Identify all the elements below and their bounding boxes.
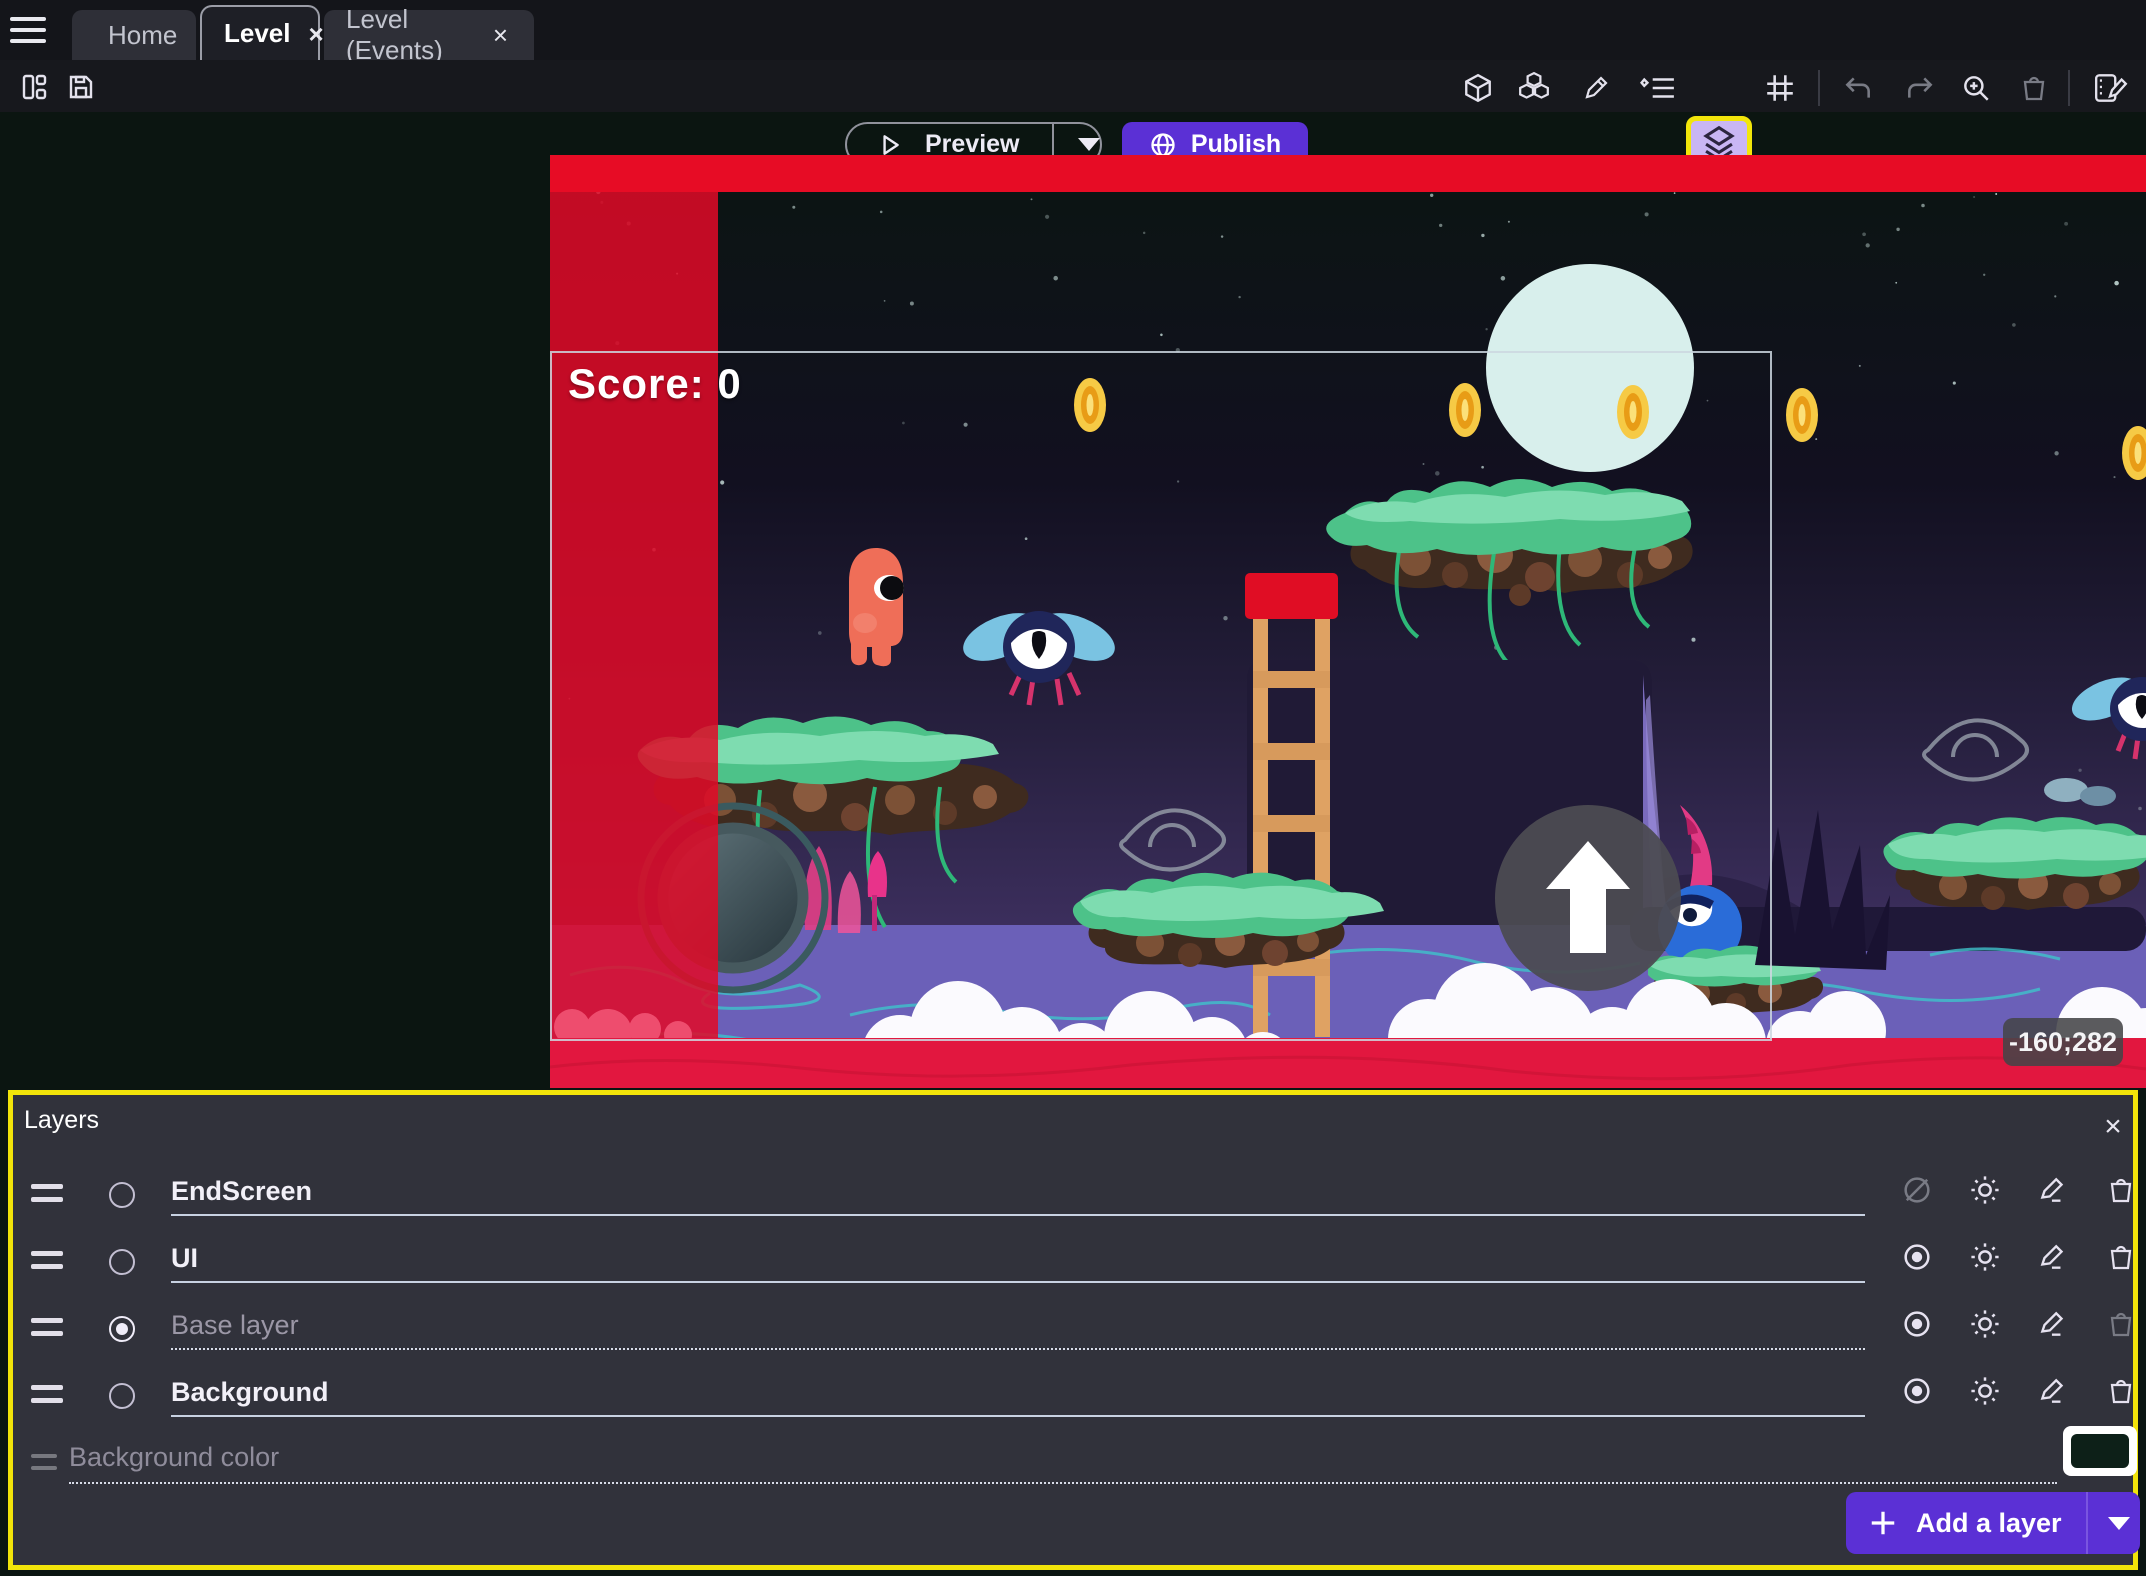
objects-stack-icon [1517, 71, 1551, 105]
background-color-value [2071, 1434, 2129, 1468]
close-panel-icon[interactable]: × [2096, 1110, 2130, 1144]
coin-sprite[interactable] [1617, 385, 1649, 439]
preview-dropdown-caret[interactable] [1078, 138, 1100, 151]
zoom-button[interactable] [1958, 70, 1994, 106]
trash-icon [2019, 73, 2049, 103]
objects-button[interactable] [1516, 70, 1552, 106]
undo-button[interactable] [1840, 70, 1876, 106]
coin-sprite[interactable] [1786, 388, 1818, 442]
red-kill-zone-bottom[interactable] [550, 1038, 2146, 1088]
lighting-icon[interactable] [1965, 1170, 2005, 1210]
layer-row-base-layer: Base layer [13, 1296, 2133, 1354]
zoom-in-icon [1960, 72, 1992, 104]
scene-canvas[interactable] [550, 155, 2146, 1088]
red-kill-zone-top[interactable] [550, 155, 2146, 192]
redo-button[interactable] [1902, 70, 1938, 106]
close-tab-icon[interactable]: × [489, 20, 512, 50]
scene-properties-button[interactable] [2090, 70, 2132, 106]
drag-handle-icon[interactable] [31, 1385, 63, 1403]
visibility-on-icon[interactable] [1897, 1371, 1937, 1411]
delete-layer-icon[interactable] [2101, 1170, 2141, 1210]
main-toolbar: Preview Publish [0, 60, 2146, 112]
lighting-icon[interactable] [1965, 1237, 2005, 1277]
tab-bar: Home Level × Level (Events) × [0, 0, 2146, 60]
tab-home[interactable]: Home [72, 10, 196, 60]
drag-handle-icon[interactable] [31, 1318, 63, 1336]
instances-list-icon [1640, 72, 1676, 104]
tab-level[interactable]: Level × [200, 5, 320, 60]
lighting-icon[interactable] [1965, 1371, 2005, 1411]
redo-icon [1904, 72, 1936, 104]
active-layer-radio-checked[interactable] [109, 1316, 135, 1342]
3d-box-button[interactable] [1460, 70, 1496, 106]
hamburger-icon [10, 17, 46, 21]
tab-label: Level [224, 18, 291, 49]
tab-label: Level (Events) [346, 4, 475, 66]
layer-name-field[interactable]: Base layer [171, 1310, 1865, 1350]
lighting-icon[interactable] [1965, 1304, 2005, 1344]
add-layer-label: Add a layer [1916, 1508, 2062, 1539]
undo-icon [1842, 72, 1874, 104]
visibility-on-icon[interactable] [1897, 1237, 1937, 1277]
coin-sprite[interactable] [1074, 378, 1106, 432]
layer-name-field[interactable]: UI [171, 1243, 1865, 1283]
toolbar-divider [1818, 70, 1820, 106]
background-color-label: Background color [69, 1442, 279, 1473]
delete-layer-icon[interactable] [2101, 1371, 2141, 1411]
edit-layer-icon[interactable] [2033, 1371, 2073, 1411]
red-kill-zone-left[interactable] [550, 155, 718, 1038]
pencil-icon [1581, 73, 1611, 103]
delete-layer-icon[interactable] [2101, 1237, 2141, 1277]
visibility-on-icon[interactable] [1897, 1304, 1937, 1344]
jump-button-control[interactable] [1495, 805, 1681, 991]
edit-layer-icon[interactable] [2033, 1304, 2073, 1344]
layer-name-field[interactable]: EndScreen [171, 1176, 1865, 1216]
edit-layer-icon[interactable] [2033, 1237, 2073, 1277]
cube-3d-icon [1462, 72, 1494, 104]
background-color-underline [69, 1482, 2057, 1484]
editor-layout-button[interactable] [16, 68, 54, 106]
background-color-row: Background color [13, 1430, 2133, 1488]
layer-row-background: Background [13, 1363, 2133, 1421]
grid-button[interactable] [1762, 70, 1798, 106]
toolbar-divider [2068, 70, 2070, 106]
tab-label: Home [108, 20, 177, 51]
delete-button[interactable] [2016, 70, 2052, 106]
edit-layer-icon[interactable] [2033, 1170, 2073, 1210]
layer-row-endscreen: EndScreen [13, 1162, 2133, 1220]
layer-name-field[interactable]: Background [171, 1377, 1865, 1417]
scene-render [550, 155, 2146, 1088]
visibility-off-icon[interactable] [1897, 1170, 1937, 1210]
save-button[interactable] [62, 68, 100, 106]
instances-list-button[interactable] [1638, 70, 1678, 106]
drag-handle-icon-disabled [31, 1454, 63, 1470]
save-icon [66, 72, 96, 102]
background-color-swatch[interactable] [2063, 1426, 2137, 1476]
main-menu-button[interactable] [10, 11, 50, 49]
cursor-coordinates-badge: -160;282 [2003, 1018, 2123, 1066]
active-layer-radio[interactable] [109, 1249, 135, 1275]
drag-handle-icon[interactable] [31, 1251, 63, 1269]
play-icon [877, 132, 903, 158]
gdevelop-editor-window: Home Level × Level (Events) × Preview [0, 0, 2146, 1576]
tab-level-events[interactable]: Level (Events) × [324, 10, 534, 60]
active-layer-radio[interactable] [109, 1383, 135, 1409]
coin-sprite[interactable] [1449, 383, 1481, 437]
edit-object-button[interactable] [1578, 70, 1614, 106]
moon-sprite[interactable] [1486, 264, 1694, 472]
drag-handle-icon[interactable] [31, 1184, 63, 1202]
layers-panel-title: Layers [24, 1106, 99, 1135]
add-layer-button[interactable]: Add a layer [1846, 1492, 2140, 1554]
layout-panels-icon [20, 72, 50, 102]
delete-layer-icon-disabled [2101, 1304, 2141, 1344]
button-divider [2086, 1492, 2088, 1554]
layer-row-ui: UI [13, 1229, 2133, 1287]
add-layer-dropdown-caret[interactable] [2108, 1517, 2130, 1530]
grid-icon [1764, 72, 1796, 104]
active-layer-radio[interactable] [109, 1182, 135, 1208]
score-text-object[interactable]: Score: 0 [568, 360, 742, 408]
plus-icon [1868, 1508, 1898, 1538]
edit-scene-icon [2093, 71, 2129, 105]
